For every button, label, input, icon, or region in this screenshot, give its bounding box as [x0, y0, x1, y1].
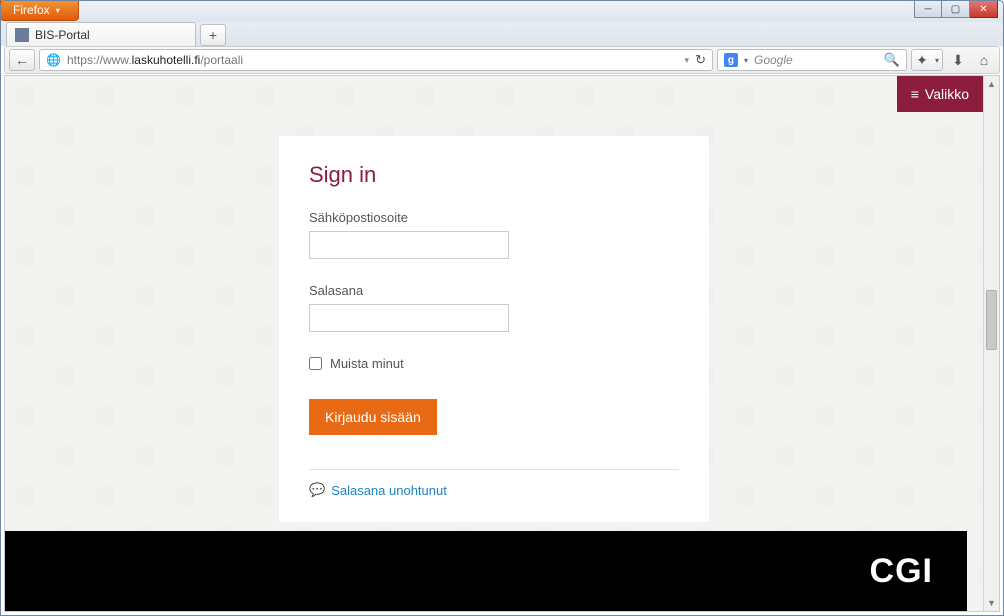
url-text: https://www.laskuhotelli.fi/portaali	[67, 53, 679, 67]
minimize-button[interactable]: ─	[914, 0, 942, 18]
login-heading: Sign in	[309, 162, 679, 188]
bookmark-button[interactable]: ✦ ▾	[911, 49, 943, 71]
firefox-app-button[interactable]: Firefox ▾	[0, 0, 79, 21]
page-footer: CGI	[5, 531, 967, 611]
home-icon: ⌂	[980, 52, 988, 68]
scroll-up-icon[interactable]: ▲	[984, 76, 999, 92]
url-domain: laskuhotelli.fi	[132, 53, 201, 67]
globe-icon: 🌐	[46, 53, 61, 67]
browser-viewport: ≡ Valikko Sign in Sähköpostiosoite Salas…	[4, 75, 1000, 612]
tab-bis-portal[interactable]: BIS-Portal	[6, 22, 196, 46]
navigation-toolbar: ← 🌐 https://www.laskuhotelli.fi/portaali…	[4, 46, 1000, 74]
dropdown-icon: ▾	[56, 6, 60, 15]
tab-title: BIS-Portal	[35, 28, 90, 42]
url-scheme: https://www.	[67, 53, 132, 67]
page-content: ≡ Valikko Sign in Sähköpostiosoite Salas…	[5, 76, 983, 611]
favicon-icon	[15, 28, 29, 42]
search-placeholder: Google	[754, 53, 878, 67]
remember-me-label: Muista minut	[330, 356, 404, 371]
url-bar[interactable]: 🌐 https://www.laskuhotelli.fi/portaali ▾…	[39, 49, 713, 71]
search-bar[interactable]: g ▾ Google 🔍	[717, 49, 907, 71]
forgot-password-link[interactable]: 💬 Salasana unohtunut	[309, 482, 679, 498]
remember-me-checkbox[interactable]	[309, 357, 322, 370]
downloads-button[interactable]: ⬇	[947, 49, 969, 71]
titlebar-bg	[0, 0, 1004, 22]
url-dropdown-icon[interactable]: ▾	[685, 55, 690, 66]
password-label: Salasana	[309, 283, 679, 298]
email-field[interactable]	[309, 231, 509, 259]
back-button[interactable]: ←	[9, 49, 35, 71]
search-engine-dropdown-icon[interactable]: ▾	[744, 56, 748, 65]
menu-button[interactable]: ≡ Valikko	[897, 76, 983, 112]
url-path: /portaali	[200, 53, 243, 67]
divider	[309, 469, 679, 470]
cgi-logo: CGI	[870, 552, 933, 591]
new-tab-button[interactable]: +	[200, 24, 226, 46]
close-button[interactable]: ✕	[970, 0, 998, 18]
scroll-thumb[interactable]	[986, 290, 997, 350]
scroll-down-icon[interactable]: ▼	[984, 595, 999, 611]
login-button-label: Kirjaudu sisään	[325, 409, 421, 425]
speech-bubble-icon: 💬	[309, 482, 325, 498]
reload-icon[interactable]: ↻	[695, 52, 706, 68]
email-label: Sähköpostiosoite	[309, 210, 679, 225]
home-button[interactable]: ⌂	[973, 49, 995, 71]
vertical-scrollbar[interactable]: ▲ ▼	[983, 76, 999, 611]
tab-strip: BIS-Portal +	[6, 22, 998, 46]
hamburger-icon: ≡	[911, 86, 919, 102]
search-icon[interactable]: 🔍	[884, 52, 900, 68]
bookmark-star-icon: ✦	[912, 50, 932, 70]
window-controls: ─ ▢ ✕	[914, 0, 998, 18]
arrow-left-icon: ←	[15, 52, 29, 68]
maximize-button[interactable]: ▢	[942, 0, 970, 18]
forgot-password-label: Salasana unohtunut	[331, 483, 447, 498]
search-engine-icon[interactable]: g	[724, 53, 738, 67]
bookmark-dropdown-icon[interactable]: ▾	[932, 56, 942, 65]
menu-label: Valikko	[925, 86, 969, 102]
download-icon: ⬇	[952, 52, 964, 69]
login-card: Sign in Sähköpostiosoite Salasana Muista…	[279, 136, 709, 522]
password-field[interactable]	[309, 304, 509, 332]
remember-me-row[interactable]: Muista minut	[309, 356, 679, 371]
login-button[interactable]: Kirjaudu sisään	[309, 399, 437, 435]
firefox-app-label: Firefox	[13, 3, 50, 17]
